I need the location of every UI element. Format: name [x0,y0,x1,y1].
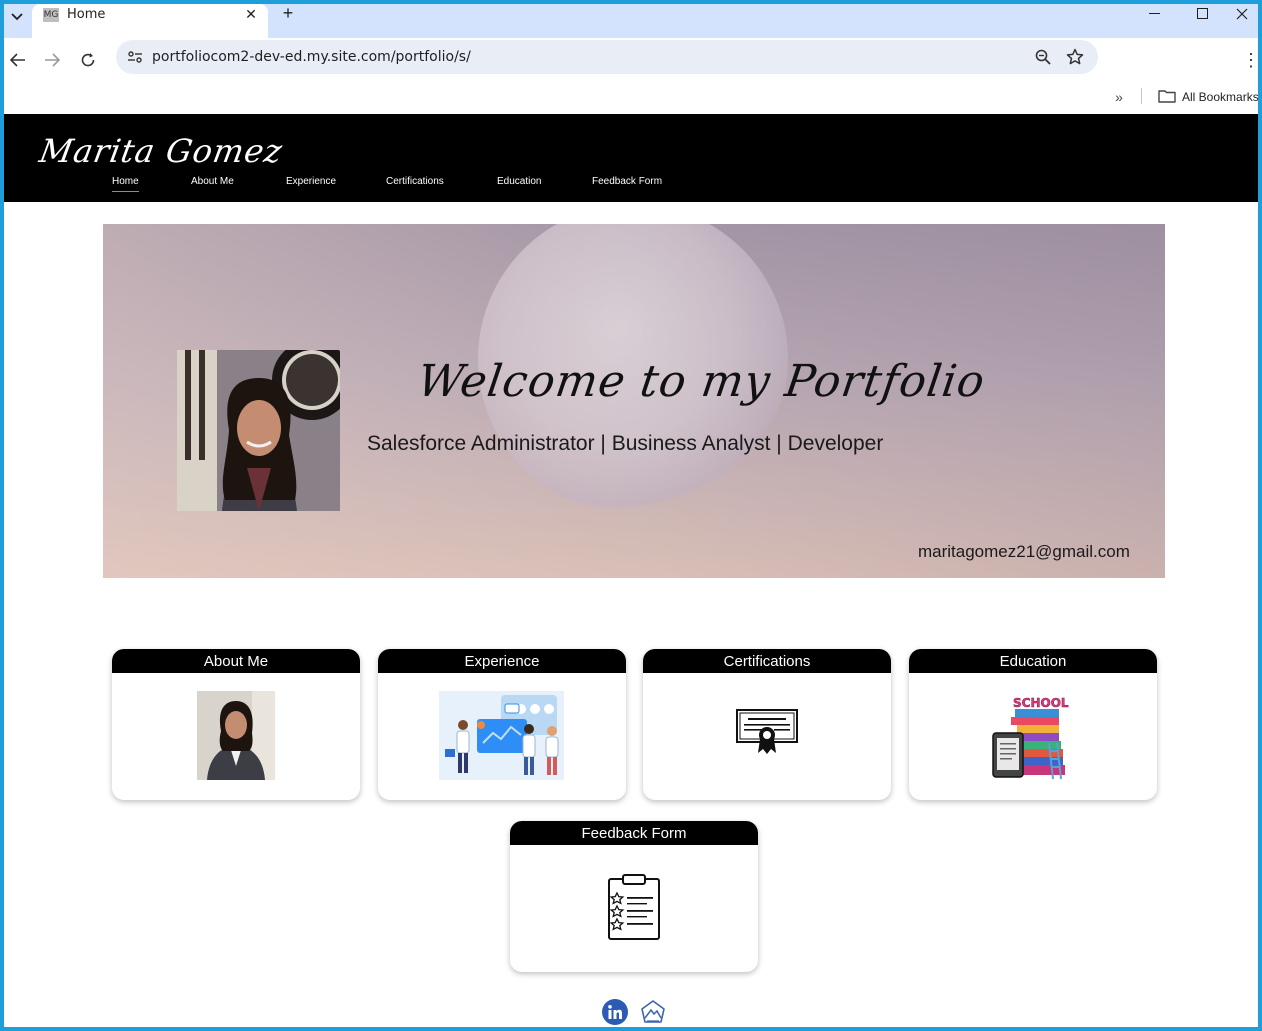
tab-strip: MG Home ✕ + [4,4,1258,38]
url-text[interactable]: portfoliocom2-dev-ed.my.site.com/portfol… [152,49,471,65]
trailhead-icon[interactable] [640,999,666,1025]
zoom-icon[interactable] [1032,46,1054,68]
nav-about-me[interactable]: About Me [191,176,234,191]
banner-subtitle: Salesforce Administrator | Business Anal… [367,432,884,455]
card-title: Education [909,649,1157,673]
card-about-me[interactable]: About Me [112,649,360,800]
portrait-photo [177,350,340,511]
portrait-photo [197,691,275,780]
card-title: Experience [378,649,626,673]
nav-experience[interactable]: Experience [286,176,336,191]
bookmark-star-icon[interactable] [1064,46,1086,68]
close-icon[interactable]: ✕ [242,5,260,23]
folder-icon [1158,89,1176,106]
favicon-icon: MG [43,8,59,22]
card-certifications[interactable]: Certifications [643,649,891,800]
banner-email[interactable]: maritagomez21@gmail.com [918,542,1130,562]
team-illustration [439,691,564,780]
reload-button[interactable] [74,46,102,74]
card-title: About Me [112,649,360,673]
nav-education[interactable]: Education [497,176,541,191]
card-feedback-form[interactable]: Feedback Form [510,821,758,972]
tab-home[interactable]: MG Home ✕ [32,4,268,38]
bookmarks-divider [1141,88,1142,104]
browser-window: MG Home ✕ + portfoliocom2-dev-ed.my.site… [4,4,1258,1027]
welcome-heading: Welcome to my Portfolio [414,356,989,407]
all-bookmarks-button[interactable]: All Bookmarks [1158,86,1258,108]
site-logo[interactable]: Marita Gomez [37,132,286,170]
clipboard-checklist-icon [607,873,661,941]
browser-toolbar: portfoliocom2-dev-ed.my.site.com/portfol… [4,38,1258,82]
back-button[interactable] [4,46,32,74]
card-education[interactable]: Education SCHOOL [909,649,1157,800]
chevron-double-right-icon[interactable]: » [1108,86,1130,108]
all-bookmarks-label: All Bookmarks [1182,90,1258,104]
svg-text:SCHOOL: SCHOOL [1013,696,1069,710]
school-books-icon: SCHOOL [991,693,1071,781]
card-experience[interactable]: Experience [378,649,626,800]
address-bar[interactable]: portfoliocom2-dev-ed.my.site.com/portfol… [116,40,1098,74]
card-title: Certifications [643,649,891,673]
menu-kebab-icon[interactable]: ⋮ [1242,46,1258,74]
linkedin-icon[interactable] [602,999,628,1025]
site-info-icon[interactable] [122,44,148,70]
tab-search-icon[interactable] [6,6,28,28]
nav-home[interactable]: Home [112,176,139,192]
new-tab-button[interactable]: + [278,4,298,24]
certificate-icon [736,709,798,755]
minimize-button[interactable] [1132,4,1178,24]
nav-certifications[interactable]: Certifications [386,176,444,191]
forward-button[interactable] [38,46,66,74]
maximize-button[interactable] [1180,4,1226,24]
card-title: Feedback Form [510,821,758,845]
hero-banner: Welcome to my Portfolio Salesforce Admin… [103,224,1165,578]
close-window-button[interactable] [1226,4,1258,24]
site-header: Marita Gomez Home About Me Experience Ce… [4,114,1258,202]
bookmarks-bar: » All Bookmarks [4,82,1258,114]
nav-feedback-form[interactable]: Feedback Form [592,176,662,191]
tab-title: Home [67,7,106,22]
